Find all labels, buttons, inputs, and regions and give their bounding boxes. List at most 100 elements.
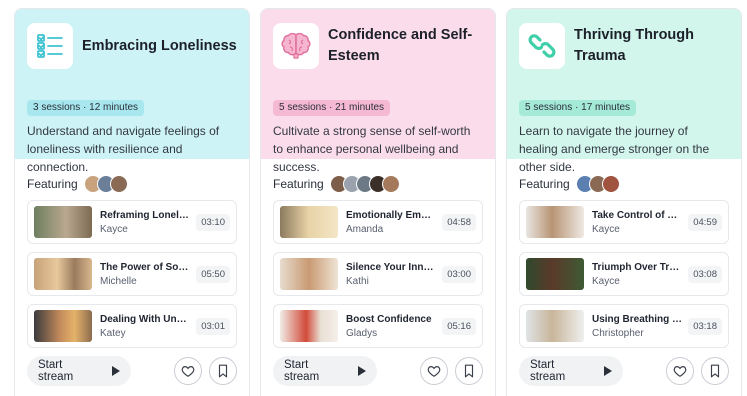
track-item[interactable]: Boost Confidence Gladys 05:16 [273, 304, 483, 348]
featuring-row: Featuring [15, 174, 249, 194]
play-icon [358, 366, 366, 376]
track-author: Kayce [100, 223, 128, 235]
card-title: Thriving Through Trauma [574, 27, 695, 64]
track-duration: 03:01 [196, 317, 230, 335]
track-item[interactable]: The Power of Soci... Michelle 05:50 [27, 252, 237, 296]
track-item[interactable]: Take Control of Yo... Kayce 04:59 [519, 200, 729, 244]
card-header: Embracing Loneliness 3 sessions · 12 min… [15, 9, 249, 174]
bookmark-button[interactable] [701, 357, 729, 385]
card-header: Confidence and Self-Esteem 5 sessions · … [261, 9, 495, 174]
heart-icon [427, 366, 441, 377]
program-card[interactable]: Confidence and Self-Esteem 5 sessions · … [260, 8, 496, 396]
start-stream-label: Start stream [284, 359, 320, 383]
bookmark-button[interactable] [209, 357, 237, 385]
track-duration: 03:18 [688, 317, 722, 335]
track-duration: 03:10 [196, 213, 230, 231]
track-thumbnail [280, 310, 338, 342]
featuring-label: Featuring [27, 177, 78, 191]
track-list: Take Control of Yo... Kayce 04:59 Triump… [507, 200, 741, 348]
start-stream-button[interactable]: Start stream [273, 356, 377, 386]
track-thumbnail [280, 258, 338, 290]
start-stream-label: Start stream [530, 359, 566, 383]
program-card[interactable]: Embracing Loneliness 3 sessions · 12 min… [14, 8, 250, 396]
track-author: Kathi [346, 275, 369, 287]
avatar [601, 175, 620, 193]
track-duration: 04:59 [688, 213, 722, 231]
session-meta-badge: 3 sessions · 12 minutes [27, 100, 145, 116]
track-title: Dealing With Unco... [100, 313, 191, 325]
card-actions: Start stream [261, 356, 495, 386]
card-title: Confidence and Self-Esteem [328, 27, 473, 64]
track-title: Reframing Lonelin... [100, 209, 191, 221]
favorite-button[interactable] [666, 357, 694, 385]
avatar [381, 175, 400, 193]
session-meta-badge: 5 sessions · 17 minutes [519, 100, 637, 116]
track-author: Gladys [346, 327, 378, 339]
track-item[interactable]: Dealing With Unco... Katey 03:01 [27, 304, 237, 348]
favorite-button[interactable] [420, 357, 448, 385]
heart-icon [673, 366, 687, 377]
track-duration: 03:08 [688, 265, 722, 283]
track-duration: 03:00 [442, 265, 476, 283]
play-icon [604, 366, 612, 376]
featured-avatars [329, 175, 400, 193]
track-author: Amanda [346, 223, 384, 235]
card-title: Embracing Loneliness [82, 37, 237, 54]
track-item[interactable]: Using Breathing to... Christopher 03:18 [519, 304, 729, 348]
bookmark-icon [218, 364, 228, 378]
track-thumbnail [526, 258, 584, 290]
track-item[interactable]: Reframing Lonelin... Kayce 03:10 [27, 200, 237, 244]
favorite-button[interactable] [174, 357, 202, 385]
track-thumbnail [526, 310, 584, 342]
track-item[interactable]: Triumph Over Trau... Kayce 03:08 [519, 252, 729, 296]
track-title: Emotionally Empo... [346, 209, 437, 221]
track-title: Take Control of Yo... [592, 209, 683, 221]
track-author: Michelle [100, 275, 137, 287]
featuring-label: Featuring [273, 177, 324, 191]
bookmark-button[interactable] [455, 357, 483, 385]
start-stream-label: Start stream [38, 359, 74, 383]
featuring-row: Featuring [261, 174, 495, 194]
track-duration: 05:50 [196, 265, 230, 283]
track-author: Christopher [592, 327, 644, 339]
track-author: Kayce [592, 275, 620, 287]
track-title: Triumph Over Trau... [592, 261, 683, 273]
track-duration: 05:16 [442, 317, 476, 335]
brain-icon [273, 23, 319, 69]
track-list: Reframing Lonelin... Kayce 03:10 The Pow… [15, 200, 249, 348]
track-thumbnail [280, 206, 338, 238]
featuring-label: Featuring [519, 177, 570, 191]
avatar [109, 175, 128, 193]
track-thumbnail [526, 206, 584, 238]
bookmark-icon [710, 364, 720, 378]
card-actions: Start stream [15, 356, 249, 386]
featured-avatars [575, 175, 620, 193]
track-author: Kayce [592, 223, 620, 235]
track-item[interactable]: Silence Your Inner ... Kathi 03:00 [273, 252, 483, 296]
card-description: Understand and navigate feelings of lone… [27, 124, 220, 174]
featuring-row: Featuring [507, 174, 741, 194]
track-thumbnail [34, 206, 92, 238]
program-card[interactable]: Thriving Through Trauma 5 sessions · 17 … [506, 8, 742, 396]
card-description: Cultivate a strong sense of self-worth t… [273, 124, 471, 174]
track-author: Katey [100, 327, 126, 339]
bookmark-icon [464, 364, 474, 378]
start-stream-button[interactable]: Start stream [519, 356, 623, 386]
track-title: Silence Your Inner ... [346, 261, 437, 273]
track-thumbnail [34, 258, 92, 290]
track-title: The Power of Soci... [100, 261, 191, 273]
heart-icon [181, 366, 195, 377]
card-description: Learn to navigate the journey of healing… [519, 124, 710, 174]
checklist-icon [27, 23, 73, 69]
session-meta-badge: 5 sessions · 21 minutes [273, 100, 391, 116]
track-list: Emotionally Empo... Amanda 04:58 Silence… [261, 200, 495, 348]
start-stream-button[interactable]: Start stream [27, 356, 131, 386]
link-icon [519, 23, 565, 69]
track-item[interactable]: Emotionally Empo... Amanda 04:58 [273, 200, 483, 244]
card-actions: Start stream [507, 356, 741, 386]
track-title: Boost Confidence [346, 313, 432, 325]
play-icon [112, 366, 120, 376]
featured-avatars [83, 175, 128, 193]
card-header: Thriving Through Trauma 5 sessions · 17 … [507, 9, 741, 174]
track-duration: 04:58 [442, 213, 476, 231]
